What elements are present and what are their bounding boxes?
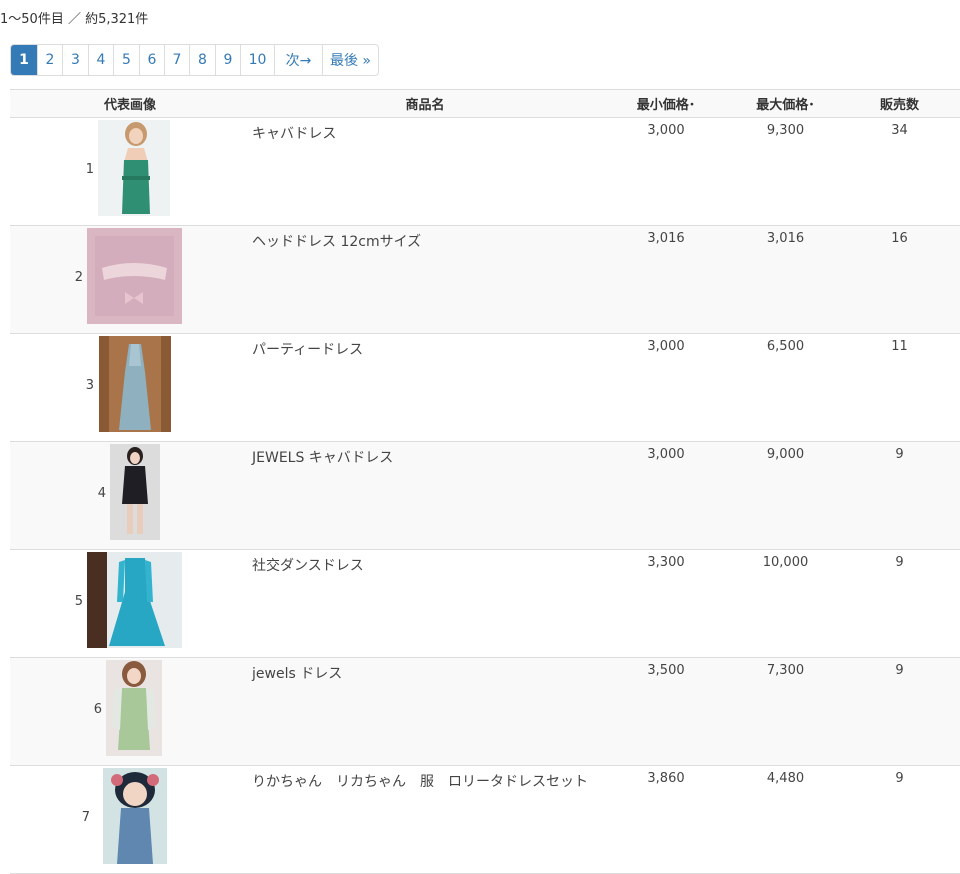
max-price: 3,016 xyxy=(732,225,839,334)
page-link-8[interactable]: 8 xyxy=(189,45,215,75)
max-price: 10,000 xyxy=(732,549,839,658)
sales-count: 11 xyxy=(839,333,960,442)
min-price: 3,016 xyxy=(600,225,732,334)
image-cell: 3 xyxy=(10,333,250,442)
page-link-7[interactable]: 7 xyxy=(164,45,189,75)
image-cell: 1 xyxy=(10,117,250,226)
min-price: 3,000 xyxy=(600,441,732,550)
image-cell: 6 xyxy=(10,657,250,766)
sales-count: 16 xyxy=(839,225,960,334)
product-thumbnail[interactable] xyxy=(99,336,171,432)
min-price: 3,860 xyxy=(600,765,732,874)
next-page-link[interactable]: 次→ xyxy=(274,45,322,75)
product-name-link[interactable]: パーティードレス xyxy=(250,333,600,442)
max-price: 4,480 xyxy=(732,765,839,874)
image-cell: 4 xyxy=(10,441,250,550)
page-link-1[interactable]: 1 xyxy=(11,45,37,75)
sales-count: 9 xyxy=(839,657,960,766)
row-number: 4 xyxy=(97,486,106,501)
row-number: 6 xyxy=(93,702,102,717)
product-thumbnail[interactable] xyxy=(103,768,167,864)
table-row: 5 社交ダンスドレス 3,300 10,000 9 xyxy=(10,549,960,658)
product-name-link[interactable]: りかちゃん リカちゃん 服 ロリータドレスセット xyxy=(250,765,600,874)
table-row: 3 パーティードレス 3,000 6,500 11 xyxy=(10,333,960,442)
row-number: 3 xyxy=(85,378,94,393)
product-name-link[interactable]: JEWELS キャバドレス xyxy=(250,441,600,550)
row-number: 5 xyxy=(74,594,83,609)
image-cell: 2 xyxy=(10,225,250,334)
table-row: 6 jewels ドレス 3,500 7,300 9 xyxy=(10,657,960,766)
product-thumbnail[interactable] xyxy=(87,228,182,324)
product-name-link[interactable]: jewels ドレス xyxy=(250,657,600,766)
product-table: 代表画像 商品名 最小価格･ 最大価格･ 販売数 1 キャバドレス 3,000 … xyxy=(10,89,960,874)
page-link-10[interactable]: 10 xyxy=(240,45,274,75)
row-number: 7 xyxy=(81,810,90,825)
pagination: 1 2 3 4 5 6 7 8 9 10 次→ 最後 » xyxy=(10,44,379,76)
product-thumbnail[interactable] xyxy=(106,660,162,756)
sales-count: 9 xyxy=(839,549,960,658)
table-row: 1 キャバドレス 3,000 9,300 34 xyxy=(10,117,960,226)
min-price: 3,000 xyxy=(600,333,732,442)
header-image[interactable]: 代表画像 xyxy=(10,89,250,118)
max-price: 9,000 xyxy=(732,441,839,550)
page-link-9[interactable]: 9 xyxy=(215,45,240,75)
table-header-row: 代表画像 商品名 最小価格･ 最大価格･ 販売数 xyxy=(10,89,960,118)
table-row: 2 ヘッドドレス 12cmサイズ 3,016 3,016 16 xyxy=(10,225,960,334)
page-link-6[interactable]: 6 xyxy=(139,45,164,75)
header-sales[interactable]: 販売数 xyxy=(839,89,960,118)
max-price: 7,300 xyxy=(732,657,839,766)
product-thumbnail[interactable] xyxy=(87,552,182,648)
sales-count: 9 xyxy=(839,441,960,550)
min-price: 3,500 xyxy=(600,657,732,766)
product-thumbnail[interactable] xyxy=(98,120,170,216)
row-number: 2 xyxy=(74,270,83,285)
image-cell: 5 xyxy=(10,549,250,658)
min-price: 3,000 xyxy=(600,117,732,226)
header-name[interactable]: 商品名 xyxy=(250,89,600,118)
row-number: 1 xyxy=(85,162,94,177)
header-max-price[interactable]: 最大価格･ xyxy=(732,89,839,118)
last-page-link[interactable]: 最後 » xyxy=(322,45,378,75)
product-name-link[interactable]: キャバドレス xyxy=(250,117,600,226)
page-link-2[interactable]: 2 xyxy=(37,45,62,75)
table-row: 4 JEWELS キャバドレス 3,000 9,000 9 xyxy=(10,441,960,550)
header-min-price[interactable]: 最小価格･ xyxy=(600,89,732,118)
product-thumbnail[interactable] xyxy=(110,444,160,540)
min-price: 3,300 xyxy=(600,549,732,658)
product-name-link[interactable]: ヘッドドレス 12cmサイズ xyxy=(250,225,600,334)
table-row: 7 りかちゃん リカちゃん 服 ロリータドレスセット 3,860 4,480 9 xyxy=(10,765,960,874)
result-summary: 1～50件目 ／ 約5,321件 xyxy=(0,12,149,27)
page-link-4[interactable]: 4 xyxy=(88,45,113,75)
sales-count: 9 xyxy=(839,765,960,874)
image-cell: 7 xyxy=(10,765,250,874)
product-name-link[interactable]: 社交ダンスドレス xyxy=(250,549,600,658)
max-price: 9,300 xyxy=(732,117,839,226)
page-link-5[interactable]: 5 xyxy=(113,45,139,75)
max-price: 6,500 xyxy=(732,333,839,442)
page-link-3[interactable]: 3 xyxy=(62,45,88,75)
sales-count: 34 xyxy=(839,117,960,226)
